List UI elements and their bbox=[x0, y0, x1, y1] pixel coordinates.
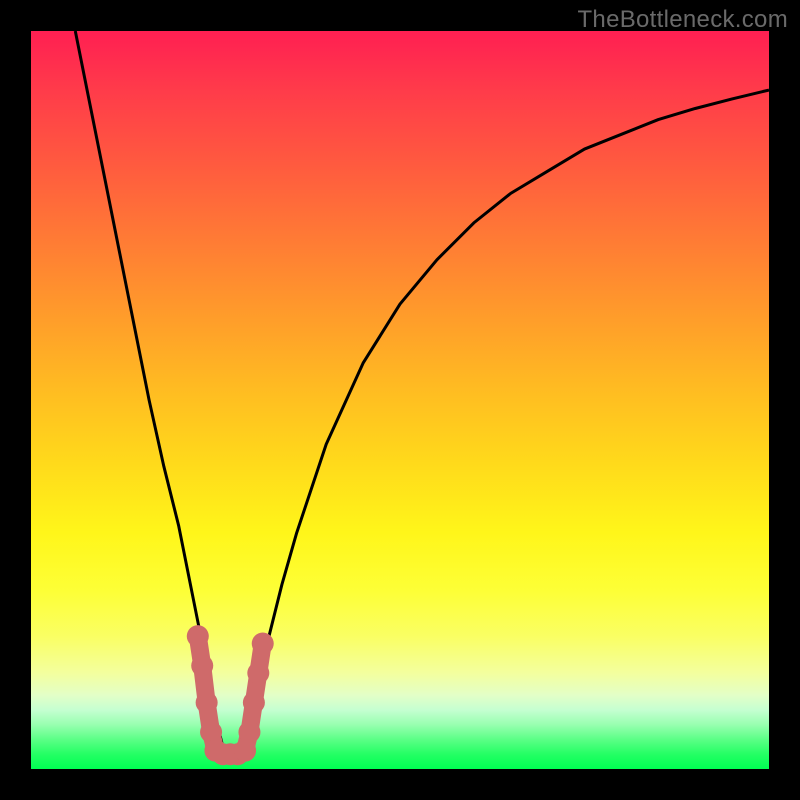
gradient-plot-area bbox=[31, 31, 769, 769]
watermark-text: TheBottleneck.com bbox=[577, 6, 788, 34]
